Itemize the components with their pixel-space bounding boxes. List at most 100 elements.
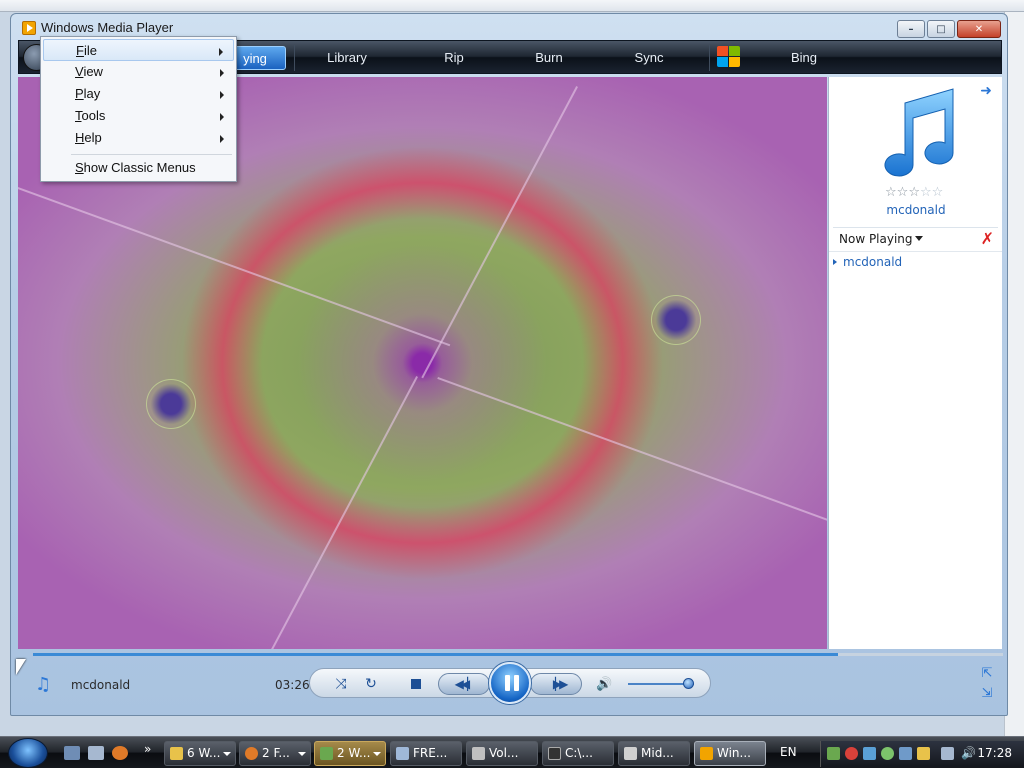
volume-knob[interactable] [683, 678, 694, 689]
taskbar-item[interactable]: Vol... [466, 741, 538, 766]
quick-launch-more[interactable]: » [144, 742, 151, 756]
star-icon[interactable]: ☆ [932, 185, 944, 200]
taskbar-item-label: Mid... [641, 746, 674, 760]
mouse-cursor [16, 659, 26, 675]
arrow-right-icon[interactable]: ➜ [980, 83, 992, 99]
visualization-streak [18, 187, 451, 347]
chevron-down-icon[interactable] [915, 236, 923, 241]
taskbar-item[interactable]: 6 W... [164, 741, 236, 766]
clock[interactable]: 17:28 [977, 746, 1012, 760]
speaker-icon[interactable]: 🔊 [961, 747, 976, 760]
taskbar-item[interactable]: 2 W... [314, 741, 386, 766]
user-icon[interactable] [881, 747, 894, 760]
menu-item-play[interactable]: Play [43, 83, 234, 105]
visualization-streak [437, 377, 827, 537]
taskbar-item[interactable]: 2 F... [239, 741, 311, 766]
wmp-app-icon [22, 21, 36, 35]
visualization-orb [146, 379, 196, 429]
security-alert-icon[interactable] [845, 747, 858, 760]
folder-icon [170, 747, 183, 760]
show-desktop-icon[interactable] [64, 746, 80, 760]
taskbar-item-label: 6 W... [187, 746, 221, 760]
app-tray-icon[interactable] [917, 747, 930, 760]
star-icon[interactable]: ☆ [897, 185, 909, 200]
chevron-down-icon [298, 752, 306, 756]
submenu-arrow-icon [220, 69, 224, 77]
menu-item-file[interactable]: File [43, 39, 234, 61]
repeat-icon[interactable]: ↻ [362, 675, 380, 693]
now-playing-dropdown[interactable]: Now Playing [839, 232, 913, 246]
switch-windows-icon[interactable] [88, 746, 104, 760]
divider [833, 227, 998, 228]
pause-icon [505, 675, 510, 691]
menu-item-tools[interactable]: Tools [43, 105, 234, 127]
star-icon[interactable]: ☆ [908, 185, 920, 200]
menu-item-label: Play [75, 86, 101, 101]
maximize-button[interactable]: □ [927, 20, 955, 38]
start-button[interactable] [8, 738, 48, 768]
tab-burn[interactable]: Burn [524, 46, 574, 70]
pause-icon [514, 675, 519, 691]
menu-item-label: View [75, 64, 103, 79]
volume-icon [472, 747, 485, 760]
full-screen-icon[interactable]: ⇲ [977, 686, 997, 706]
star-icon[interactable]: ☆ [920, 185, 932, 200]
close-button[interactable]: ✕ [957, 20, 1001, 38]
clear-list-icon[interactable]: ✗ [981, 229, 994, 248]
taskbar-item-active[interactable]: Win... [694, 741, 766, 766]
tab-separator [294, 45, 295, 71]
layout-menu: File View Play Tools Help Show Classic M… [40, 36, 237, 182]
playlist-item[interactable]: mcdonald [833, 255, 902, 269]
stop-button[interactable] [411, 679, 421, 689]
menu-item-help[interactable]: Help [43, 127, 234, 149]
midi-icon [624, 747, 637, 760]
windows-logo-icon[interactable] [716, 45, 742, 69]
submenu-arrow-icon [220, 135, 224, 143]
taskbar-item[interactable]: C:\... [542, 741, 614, 766]
next-button[interactable]: ▕▶▶ [530, 673, 582, 695]
tab-sync[interactable]: Sync [624, 46, 674, 70]
app-tray-icon[interactable] [899, 747, 912, 760]
menu-item-show-classic-menus[interactable]: Show Classic Menus [43, 157, 234, 179]
volume-icon[interactable]: 🔊 [596, 677, 612, 692]
star-icon[interactable]: ☆ [885, 185, 897, 200]
taskbar-item[interactable]: FRE... [390, 741, 462, 766]
taskbar-item-label: 2 F... [262, 746, 290, 760]
document-icon [396, 747, 409, 760]
album-name[interactable]: mcdonald [829, 203, 1003, 217]
current-track-name: mcdonald [71, 678, 131, 692]
taskbar-item-label: FRE... [413, 746, 448, 760]
language-indicator[interactable]: EN [780, 745, 797, 759]
taskbar-item-label: Vol... [489, 746, 519, 760]
tab-separator [709, 45, 710, 71]
tab-rip[interactable]: Rip [429, 46, 479, 70]
music-note-icon [884, 88, 954, 177]
chevron-down-icon [223, 752, 231, 756]
sync-icon[interactable] [863, 747, 876, 760]
pause-button[interactable] [489, 662, 531, 704]
wmp-app-icon [700, 747, 713, 760]
shuffle-icon[interactable]: ⤨ [332, 675, 350, 693]
network-icon[interactable] [827, 747, 840, 760]
firefox-icon[interactable] [112, 746, 128, 760]
switch-to-library-icon[interactable]: ⇱ [977, 666, 997, 686]
menu-item-label: Help [75, 130, 102, 145]
monitor-icon[interactable] [941, 747, 954, 760]
minimize-button[interactable]: – [897, 20, 925, 38]
taskbar-item-label: 2 W... [337, 746, 371, 760]
app-icon [320, 747, 333, 760]
taskbar-item-label: Win... [717, 746, 751, 760]
music-note-icon: ♫ [35, 674, 52, 695]
taskbar-item[interactable]: Mid... [618, 741, 690, 766]
previous-button[interactable]: ◀◀▏ [438, 673, 490, 695]
console-icon [548, 747, 561, 760]
tab-bing[interactable]: Bing [774, 46, 834, 70]
seek-bar[interactable] [33, 653, 1003, 656]
menu-item-label: Tools [75, 108, 106, 123]
menu-item-view[interactable]: View [43, 61, 234, 83]
firefox-icon [245, 747, 258, 760]
tab-library[interactable]: Library [317, 46, 377, 70]
submenu-arrow-icon [220, 91, 224, 99]
chevron-down-icon [373, 752, 381, 756]
rating-stars[interactable]: ☆☆☆☆☆ [885, 185, 943, 200]
